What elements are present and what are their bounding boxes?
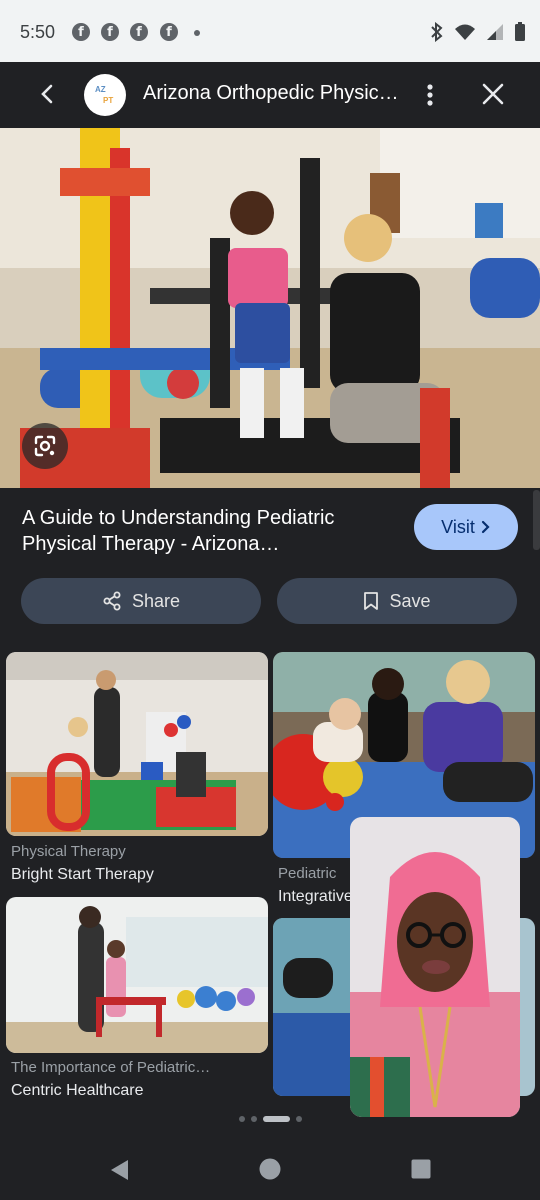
more-options-icon[interactable] (420, 80, 440, 110)
wifi-icon (455, 24, 475, 40)
facebook-icon: f (101, 23, 119, 41)
facebook-icon: f (160, 23, 178, 41)
pager-dot (239, 1116, 245, 1122)
dot-icon (194, 30, 200, 36)
share-label: Share (131, 590, 181, 611)
nav-back-icon[interactable] (108, 1158, 130, 1182)
site-title[interactable]: Arizona Orthopedic Physic… (143, 82, 399, 105)
viewer-header: AZ PT Arizona Orthopedic Physic… (0, 62, 540, 128)
save-label: Save (389, 590, 431, 611)
signal-icon (487, 24, 503, 40)
visit-label: Visit (441, 516, 475, 537)
share-button[interactable]: Share (21, 578, 261, 624)
status-time: 5:50 (20, 22, 56, 42)
google-lens-button[interactable] (22, 423, 68, 469)
back-arrow-icon[interactable] (34, 80, 62, 108)
video-overlay[interactable] (350, 817, 520, 1117)
system-nav-bar (0, 1136, 540, 1200)
related-source-3: The Importance of Pediatric… (11, 1059, 211, 1076)
status-bar: 5:50 f f f f (0, 0, 540, 62)
related-source-1: Physical Therapy (11, 843, 126, 860)
main-image[interactable] (0, 128, 540, 488)
bluetooth-icon (431, 22, 443, 42)
scrollbar[interactable] (533, 490, 540, 550)
image-caption[interactable]: A Guide to Understanding Pediatric Physi… (22, 505, 392, 557)
battery-icon (515, 22, 525, 41)
related-source-2: Pediatric (278, 865, 337, 882)
save-button[interactable]: Save (277, 578, 517, 624)
facebook-icon: f (72, 23, 90, 41)
site-logo: AZ PT (84, 74, 126, 116)
nav-recents-icon[interactable] (411, 1159, 431, 1179)
related-image-3[interactable] (6, 897, 268, 1053)
logo-text: AZ (95, 85, 106, 94)
close-icon[interactable] (480, 81, 506, 107)
nav-home-icon[interactable] (259, 1158, 281, 1180)
pager-dot (296, 1116, 302, 1122)
pager-dot (251, 1116, 257, 1122)
pager-dot-active (263, 1116, 290, 1122)
chevron-right-icon (481, 520, 490, 534)
visit-button[interactable]: Visit (414, 504, 518, 550)
related-title-1[interactable]: Bright Start Therapy (11, 866, 154, 884)
facebook-icon: f (130, 23, 148, 41)
related-title-2[interactable]: Integrative (278, 888, 353, 906)
share-icon (103, 591, 121, 611)
related-title-3[interactable]: Centric Healthcare (11, 1082, 144, 1100)
lens-icon (34, 435, 56, 457)
logo-text: PT (103, 96, 114, 105)
related-image-1[interactable] (6, 652, 268, 836)
bookmark-icon (364, 592, 379, 610)
